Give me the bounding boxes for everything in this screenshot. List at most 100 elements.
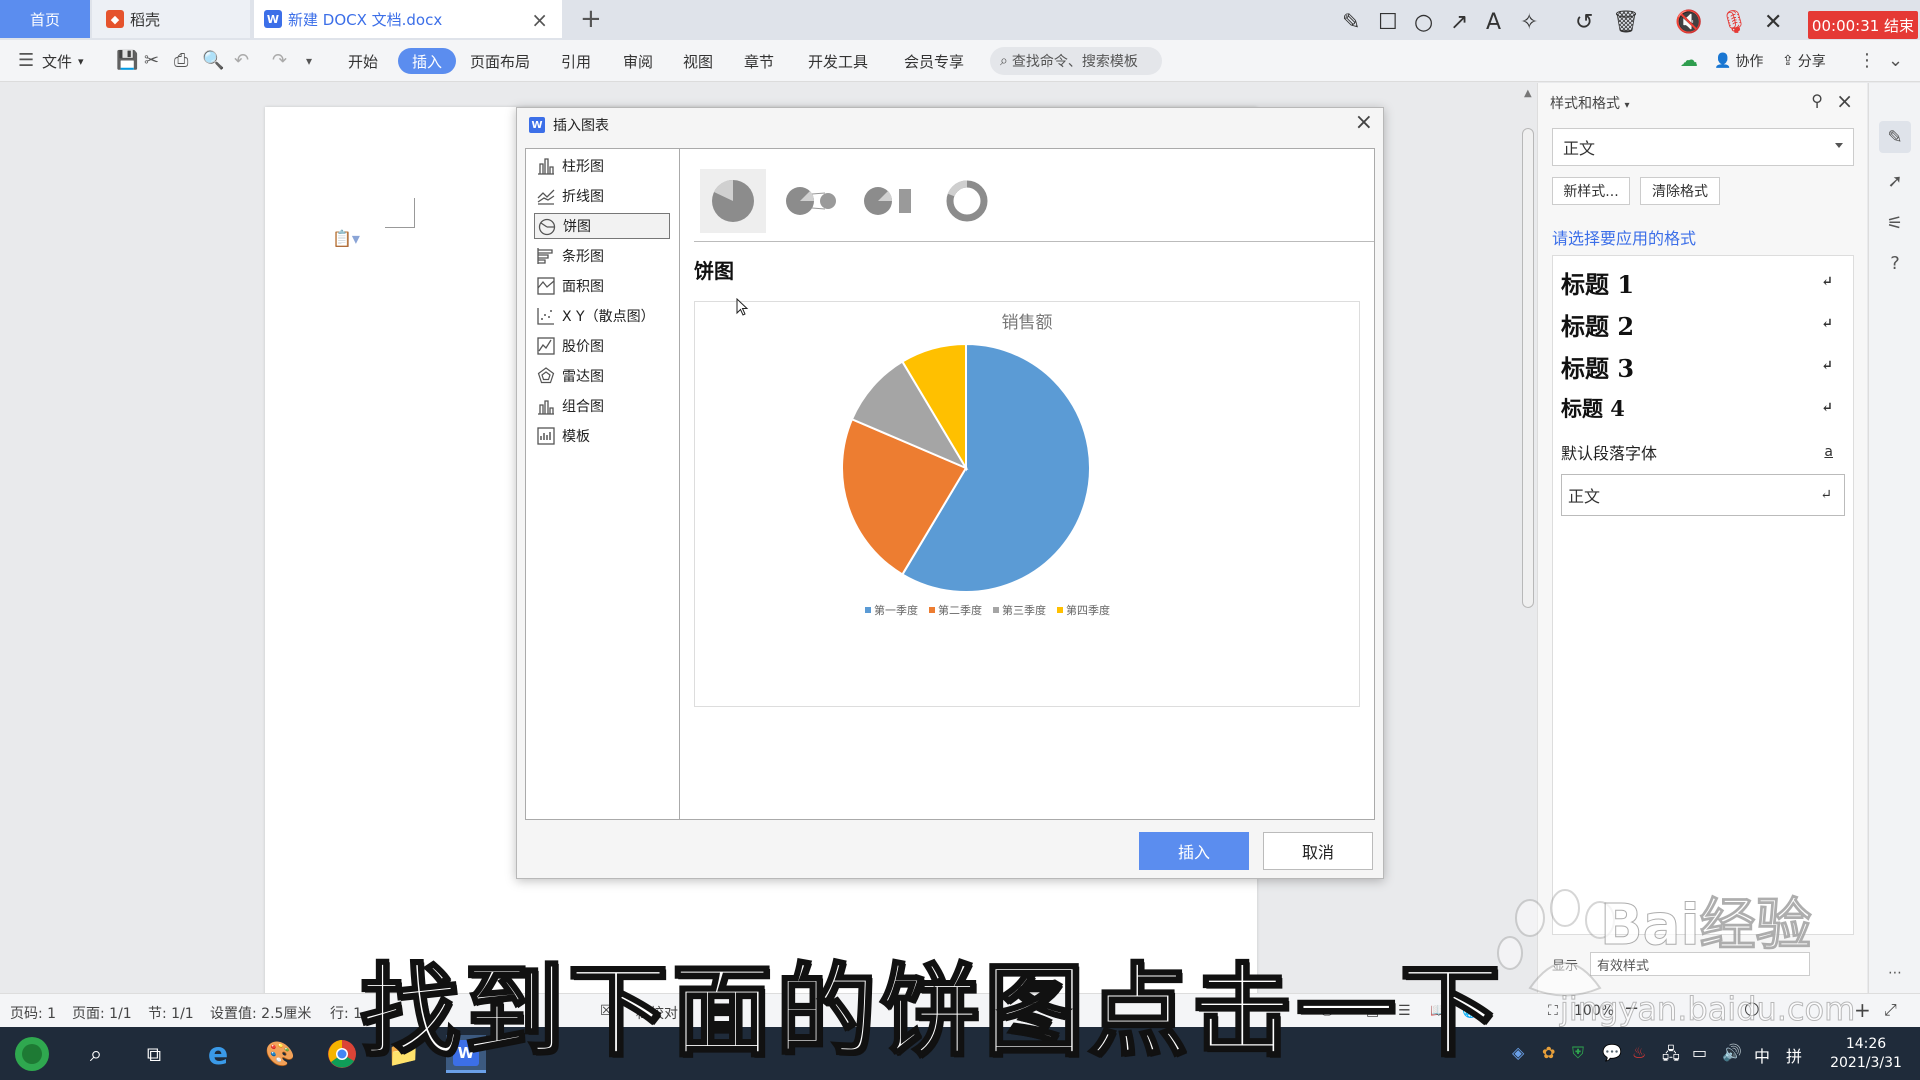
chart-type-template[interactable]: 模板	[534, 423, 670, 449]
tray-alert-icon[interactable]: ♨	[1632, 1043, 1646, 1062]
chart-type-stock[interactable]: 股价图	[534, 333, 670, 359]
chart-type-pie[interactable]: 饼图	[534, 213, 670, 239]
menu-start[interactable]: 开始	[348, 40, 378, 82]
fullscreen-icon[interactable]: ⤢	[1884, 1000, 1897, 1020]
style-heading-1[interactable]: 标题 1 ↵	[1561, 262, 1845, 302]
share-button[interactable]: ⇪ 分享	[1782, 40, 1826, 82]
edit-style-icon[interactable]: ✎	[1879, 121, 1911, 153]
new-style-button[interactable]: 新样式...	[1552, 177, 1630, 205]
menu-review[interactable]: 审阅	[623, 40, 653, 82]
trash-icon[interactable]: 🗑	[1612, 10, 1640, 35]
command-search-box[interactable]: ⌕ 查找命令、搜索模板	[990, 47, 1162, 75]
wechat-icon[interactable]: 💬	[1602, 1043, 1622, 1062]
menu-view[interactable]: 视图	[683, 40, 713, 82]
close-recording-icon[interactable]: ✕	[1764, 10, 1782, 35]
close-panel-icon[interactable]: ×	[1836, 89, 1853, 113]
paint-app-icon[interactable]: 🎨	[260, 1035, 300, 1073]
tray-app-icon[interactable]: ◈	[1512, 1043, 1524, 1062]
menu-insert[interactable]: 插入	[398, 48, 457, 74]
tab-document[interactable]: W 新建 DOCX 文档.docx ×	[254, 0, 562, 38]
status-setting-value[interactable]: 设置值: 2.5厘米	[210, 1003, 311, 1023]
collab-button[interactable]: 👤 协作	[1714, 40, 1763, 82]
style-heading-2[interactable]: 标题 2 ↵	[1561, 304, 1845, 344]
subtype-bar-of-pie[interactable]	[856, 169, 922, 233]
cloud-sync-icon[interactable]: ☁	[1680, 50, 1698, 71]
close-tab-icon[interactable]: ×	[531, 8, 548, 32]
status-pages[interactable]: 页面: 1/1	[72, 1003, 132, 1023]
status-page-number[interactable]: 页码: 1	[10, 1003, 56, 1023]
pin-icon[interactable]: ⚲	[1811, 91, 1823, 110]
chart-type-bar[interactable]: 条形图	[534, 243, 670, 269]
subtype-pie[interactable]	[700, 169, 766, 233]
style-heading-3[interactable]: 标题 3 ↵	[1561, 346, 1845, 386]
volume-icon[interactable]: 🔊	[1722, 1043, 1742, 1062]
more-options-icon[interactable]: ⋮	[1858, 50, 1876, 71]
new-tab-icon[interactable]: +	[580, 4, 602, 34]
style-body-text[interactable]: 正文 ↵	[1561, 474, 1845, 516]
status-row[interactable]: 行: 1	[330, 1003, 362, 1023]
tab-home[interactable]: 首页	[0, 0, 90, 38]
undo-circle-icon[interactable]: ↺	[1575, 10, 1593, 35]
chart-type-scatter[interactable]: X Y（散点图）	[534, 303, 670, 329]
text-tool-icon[interactable]: A	[1486, 10, 1501, 35]
hamburger-menu-icon[interactable]: ☰	[18, 50, 34, 71]
menu-references[interactable]: 引用	[561, 40, 591, 82]
status-section[interactable]: 节: 1/1	[148, 1003, 194, 1023]
format-painter-icon[interactable]: ✂	[144, 50, 159, 71]
subtype-pie-of-pie[interactable]	[778, 169, 844, 233]
task-view-icon[interactable]: ⧉	[134, 1035, 174, 1073]
insert-button[interactable]: 插入	[1139, 832, 1249, 870]
styles-panel-title[interactable]: 样式和格式 ▾	[1550, 93, 1629, 113]
chart-type-line[interactable]: 折线图	[534, 183, 670, 209]
search-taskbar-icon[interactable]: ⌕	[76, 1035, 116, 1073]
print-icon[interactable]: ⎙	[174, 50, 188, 71]
undo-icon[interactable]: ↶	[234, 50, 249, 71]
cancel-button[interactable]: 取消	[1263, 832, 1373, 870]
save-icon[interactable]: 💾	[116, 50, 138, 71]
tab-daoke[interactable]: ◆ 稻壳	[92, 0, 250, 38]
customize-toolbar-icon[interactable]: ▾	[306, 54, 312, 68]
properties-sliders-icon[interactable]: ⚟	[1879, 207, 1911, 239]
redo-icon[interactable]: ↷	[272, 50, 287, 71]
magic-wand-icon[interactable]: ✧	[1520, 10, 1538, 35]
system-clock[interactable]: 14:26 2021/3/31	[1820, 1035, 1912, 1073]
print-preview-icon[interactable]: 🔍	[202, 50, 224, 71]
ime-mode[interactable]: 拼	[1786, 1043, 1802, 1067]
chart-type-combo[interactable]: 组合图	[534, 393, 670, 419]
style-default-paragraph-font[interactable]: 默认段落字体 a	[1561, 432, 1845, 472]
pen-icon[interactable]: ✎	[1342, 10, 1360, 35]
start-button[interactable]	[12, 1035, 52, 1073]
scrollbar-thumb[interactable]	[1522, 128, 1534, 608]
vertical-scrollbar[interactable]: ▲	[1520, 88, 1536, 988]
zoom-in-icon[interactable]: +	[1854, 998, 1871, 1022]
chart-type-radar[interactable]: 雷达图	[534, 363, 670, 389]
clear-format-button[interactable]: 清除格式	[1640, 177, 1720, 205]
subtype-doughnut[interactable]	[934, 169, 1000, 233]
rectangle-icon[interactable]: ☐	[1378, 10, 1398, 35]
dialog-close-icon[interactable]: ×	[1355, 110, 1373, 135]
chart-type-area[interactable]: 面积图	[534, 273, 670, 299]
collapse-ribbon-icon[interactable]: ⌄	[1888, 50, 1903, 71]
paste-options-icon[interactable]: 📋▾	[332, 229, 360, 248]
current-style-select[interactable]: 正文	[1552, 128, 1854, 166]
battery-icon[interactable]: ▭	[1692, 1043, 1707, 1062]
chart-type-column[interactable]: 柱形图	[534, 153, 670, 179]
circle-icon[interactable]: ○	[1414, 10, 1433, 35]
tray-security-icon[interactable]: ⛨	[1572, 1043, 1584, 1063]
speaker-muted-icon[interactable]: 🔇	[1675, 10, 1702, 35]
arrow-icon[interactable]: ↗	[1450, 10, 1468, 35]
ie-browser-icon[interactable]: e	[198, 1035, 238, 1073]
tray-photos-icon[interactable]: ✿	[1542, 1043, 1555, 1062]
menu-page-layout[interactable]: 页面布局	[470, 40, 530, 82]
menu-chapter[interactable]: 章节	[744, 40, 774, 82]
menu-member[interactable]: 会员专享	[904, 40, 964, 82]
more-icon[interactable]: ⋯	[1879, 957, 1911, 989]
chrome-icon[interactable]	[322, 1035, 362, 1073]
mic-muted-icon[interactable]: 🎙	[1720, 10, 1748, 35]
menu-developer[interactable]: 开发工具	[808, 40, 868, 82]
recording-timer[interactable]: 00:00:31 结束	[1808, 11, 1918, 39]
file-menu[interactable]: 文件 ▾	[42, 40, 84, 82]
style-heading-4[interactable]: 标题 4 ↵	[1561, 388, 1845, 428]
network-icon[interactable]: 🖧	[1662, 1043, 1680, 1070]
help-icon[interactable]: ?	[1879, 247, 1911, 279]
